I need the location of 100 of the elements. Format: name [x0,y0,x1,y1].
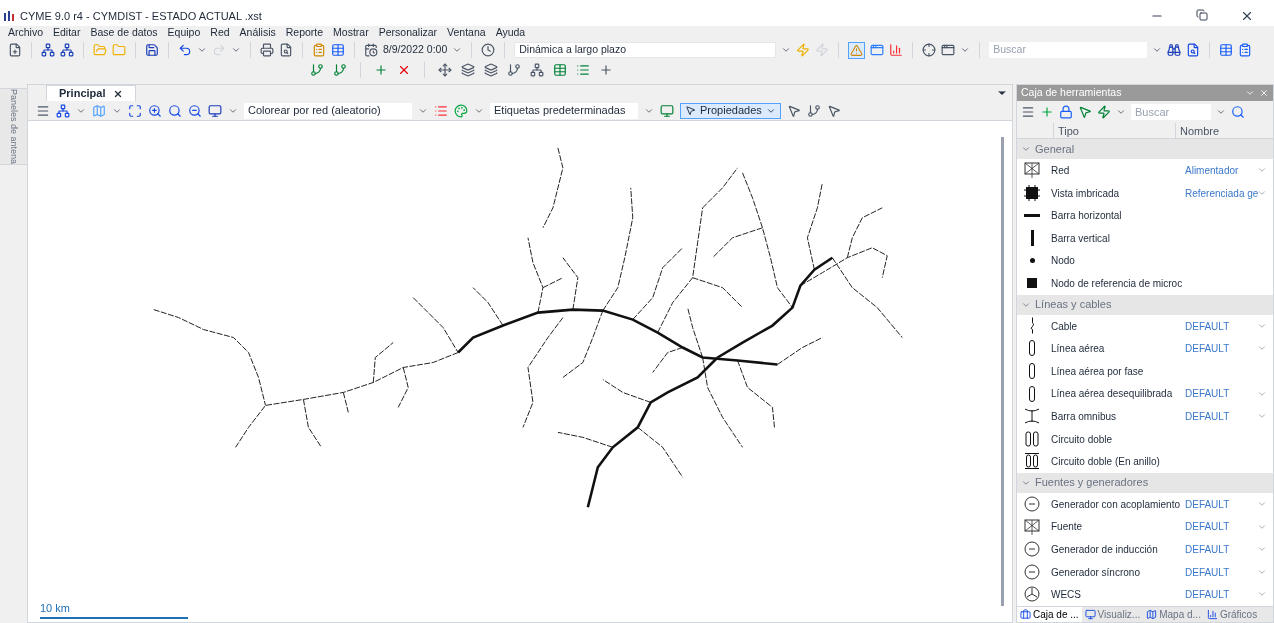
menu-item[interactable]: Mostrar [333,25,369,41]
group-header[interactable]: Líneas y cables [1017,294,1273,315]
menu-item[interactable]: Análisis [239,25,276,41]
pointer-icon[interactable] [1078,105,1092,119]
dropdown-icon[interactable] [1216,107,1226,117]
document-tab[interactable]: Principal [46,85,137,101]
study-combobox[interactable]: Dinámica a largo plazo [514,42,777,58]
caret-icon[interactable] [1116,107,1126,117]
panel-tab[interactable]: Mapa d... [1143,607,1204,622]
bar-chart-icon[interactable] [889,43,904,57]
dropdown-icon[interactable] [781,45,792,55]
panel-menu-icon[interactable] [1245,88,1255,98]
dropdown-icon[interactable] [1152,45,1163,55]
clipboard-icon[interactable] [312,43,326,57]
toolbox-item[interactable]: Generador con acoplamiento [1051,498,1180,510]
branch-icon[interactable] [507,63,521,77]
group-header[interactable]: Fuentes y generadores [1017,472,1273,493]
labels-combobox[interactable]: Etiquetas predeterminadas [490,102,638,119]
color-combobox[interactable]: Colorear por red (aleatorio) [244,102,412,119]
undo-icon[interactable] [178,43,192,57]
toolbox-item[interactable]: Línea aérea por fase [1051,365,1144,377]
toolbox-item[interactable]: Circuito doble (En anillo) [1051,456,1160,468]
clock-icon[interactable] [481,43,496,57]
toolbox-item[interactable]: Cable [1051,320,1078,332]
network-icon[interactable] [41,43,55,57]
menu-item[interactable]: Editar [53,25,81,41]
item-value[interactable]: DEFAULT [1185,388,1230,400]
layers-icon[interactable] [484,63,498,77]
toolbox-item[interactable]: Circuito doble [1051,433,1113,445]
menu-item[interactable]: Archivo [8,25,43,41]
menu-item[interactable]: Ayuda [495,25,526,41]
caret-icon[interactable] [960,45,971,55]
toolbox-item[interactable]: Barra omnibus [1051,411,1117,422]
toolbox-item[interactable]: Barra horizontal [1051,210,1122,222]
item-value[interactable]: DEFAULT [1185,343,1230,355]
item-value[interactable]: DEFAULT [1185,498,1230,510]
legend-icon[interactable] [434,103,448,118]
item-value[interactable]: DEFAULT [1185,566,1230,578]
close-icon[interactable] [113,88,124,99]
toolbox-item[interactable]: Fuente [1051,521,1083,533]
save-icon[interactable] [145,43,159,57]
add-icon[interactable] [1040,105,1054,119]
preview-icon[interactable] [279,43,293,57]
search-icon[interactable] [1231,105,1245,119]
side-panel-tab[interactable]: Paneles de antena [0,88,29,166]
properties-button[interactable]: Propiedades [680,102,781,119]
dropdown-icon[interactable] [1257,499,1267,509]
toolbox-item[interactable]: Línea aérea [1051,343,1105,355]
toolbox-item[interactable]: Línea aérea desequilibrada [1051,388,1173,400]
caret-icon[interactable] [452,45,463,55]
restore-icon[interactable] [1196,9,1208,21]
table-icon[interactable] [1219,43,1234,57]
item-value[interactable]: DEFAULT [1185,589,1230,601]
panel-tab[interactable]: Caja de ... [1017,607,1082,622]
column-header[interactable]: Tipo [1053,123,1175,138]
menu-icon[interactable] [36,103,50,118]
caret-icon[interactable] [231,45,241,55]
column-header[interactable]: Nombre [1175,123,1273,138]
window-icon[interactable] [941,43,956,57]
calendar-clock-icon[interactable] [364,43,378,57]
toolbox-item[interactable]: Barra vertical [1051,232,1110,244]
display-icon[interactable] [660,103,674,118]
palette-icon[interactable] [454,103,468,118]
network-icon[interactable] [56,103,70,118]
toolbox-item[interactable]: Red [1051,165,1070,177]
toolbox-item[interactable]: Vista imbricada [1051,187,1120,199]
select-icon[interactable] [826,103,841,118]
panel-tab[interactable]: Visualiz... [1081,607,1144,622]
crosshair-icon[interactable] [922,43,937,57]
close-icon[interactable] [1240,9,1254,23]
network-icon[interactable] [60,43,74,57]
menu-item[interactable]: Red [210,25,230,41]
binoculars-icon[interactable] [1167,43,1182,57]
toolbox-item[interactable]: Generador síncrono [1051,566,1140,578]
lock-icon[interactable] [1059,105,1073,119]
zoom-out-icon[interactable] [188,103,202,118]
item-value[interactable]: DEFAULT [1185,543,1230,555]
window-icon[interactable] [870,43,885,57]
item-value[interactable]: DEFAULT [1185,521,1230,533]
group-header[interactable]: General [1017,139,1273,159]
date-selector[interactable]: 8/9/2022 0:00 [383,42,448,58]
panel-tab[interactable]: Gráficos [1203,607,1261,622]
item-value[interactable]: Alimentador [1185,165,1239,177]
menu-item[interactable]: Reporte [285,25,324,41]
menu-item[interactable]: Personalizar [378,25,438,41]
find-icon[interactable] [1186,43,1201,57]
menu-icon[interactable] [1021,105,1035,119]
toolbox-item[interactable]: WECS [1051,589,1081,601]
monitor-icon[interactable] [208,103,222,118]
warning-button[interactable] [848,41,866,59]
move-icon[interactable] [438,63,452,77]
item-value[interactable]: Referenciada ge [1185,187,1259,199]
item-value[interactable]: DEFAULT [1185,411,1230,422]
item-value[interactable]: DEFAULT [1185,320,1230,332]
map-icon[interactable] [92,103,106,118]
fit-icon[interactable] [128,103,142,118]
toolbox-item[interactable]: Nodo de referencia de microc [1051,278,1183,289]
toolbox-item[interactable]: Nodo [1051,255,1075,267]
zoom-in-icon[interactable] [148,103,162,118]
table-icon[interactable] [331,43,345,57]
